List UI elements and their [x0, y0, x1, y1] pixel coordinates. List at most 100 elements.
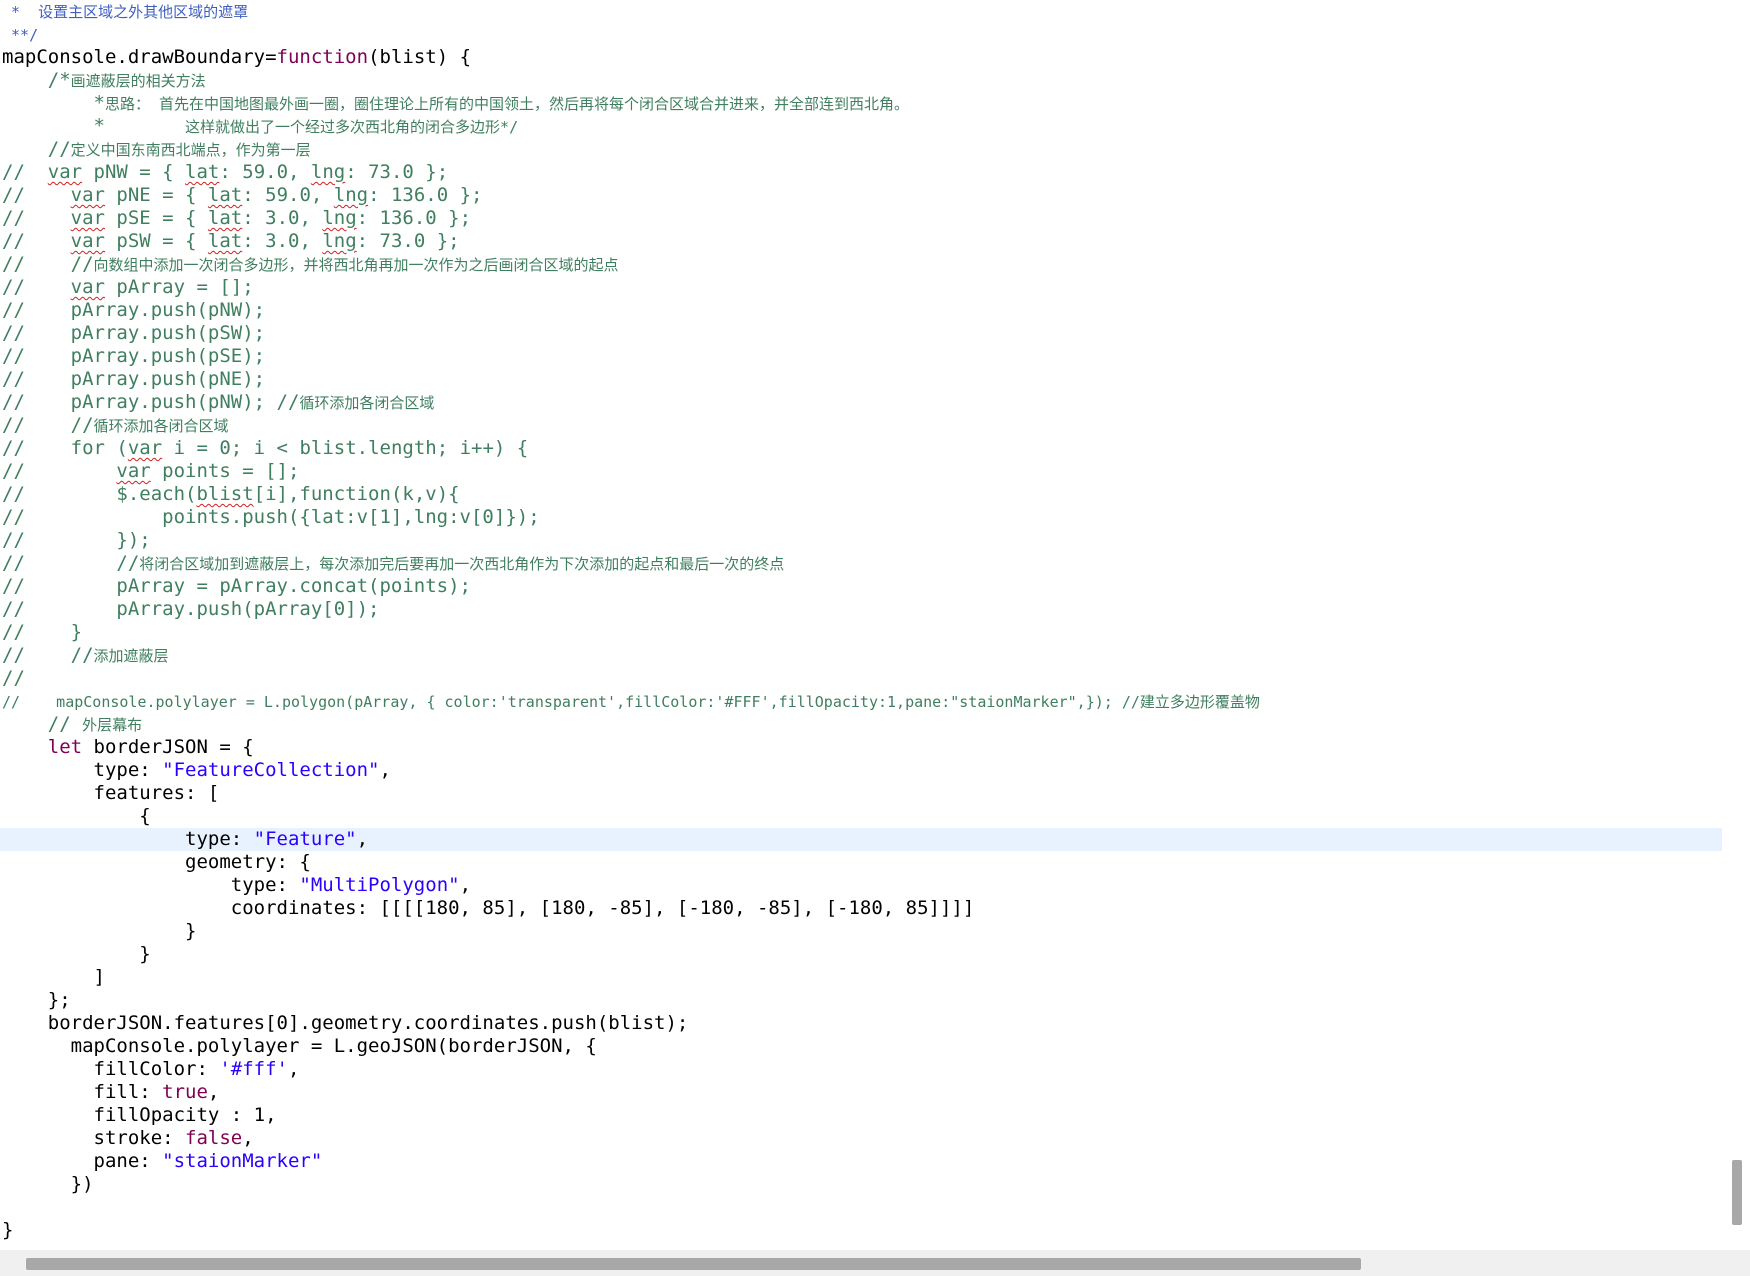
code-line[interactable]: { — [2, 805, 1260, 828]
code-token: , — [207, 1081, 220, 1103]
code-line[interactable]: // points.push({lat:v[1],lng:v[0]}); — [2, 506, 1260, 529]
code-token: : 73.0 }; — [345, 161, 449, 183]
code-line[interactable]: // }); — [2, 529, 1260, 552]
code-line[interactable]: // pArray.push(pArray[0]); — [2, 598, 1260, 621]
horizontal-scrollbar-thumb[interactable] — [26, 1258, 1361, 1270]
code-line[interactable]: // //循环添加各闭合区域 — [2, 414, 1260, 437]
code-line[interactable]: stroke: false, — [2, 1127, 1260, 1150]
code-token: : 136.0 }; — [368, 184, 483, 206]
code-editor[interactable]: * 设置主区域之外其他区域的遮罩 **/ mapConsole.drawBound… — [0, 0, 1724, 1250]
code-line[interactable]: }) — [2, 1173, 1260, 1196]
code-line[interactable]: * 设置主区域之外其他区域的遮罩 — [2, 0, 1260, 23]
code-token: } — [2, 920, 197, 942]
code-token: // // — [2, 414, 94, 436]
code-line[interactable]: // $.each(blist[i],function(k,v){ — [2, 483, 1260, 506]
code-line[interactable]: // pArray.push(pNW); //循环添加各闭合区域 — [2, 391, 1260, 414]
code-line[interactable]: // var pSW = { lat: 3.0, lng: 73.0 }; — [2, 230, 1260, 253]
code-lines[interactable]: * 设置主区域之外其他区域的遮罩 **/ mapConsole.drawBound… — [0, 0, 1722, 1242]
code-token: type: — [2, 828, 254, 850]
code-token: false — [185, 1127, 243, 1149]
code-line[interactable]: **/ — [2, 23, 1260, 46]
code-token: 外层幕布 — [82, 716, 143, 734]
code-token: // — [2, 138, 71, 160]
code-line[interactable] — [2, 1196, 1260, 1219]
code-token: 定义中国东南西北端点，作为第一层 — [70, 141, 311, 159]
code-line[interactable]: // var pArray = []; — [2, 276, 1260, 299]
code-token: // pArray.push(pNW); — [2, 299, 266, 321]
code-line[interactable]: // pArray.push(pSW); — [2, 322, 1260, 345]
code-line[interactable]: // — [2, 667, 1260, 690]
code-line[interactable]: mapConsole.drawBoundary=function(blist) … — [2, 46, 1260, 69]
code-line[interactable]: let borderJSON = { — [2, 736, 1260, 759]
code-line[interactable]: pane: "staionMarker" — [2, 1150, 1260, 1173]
code-token: // } — [2, 621, 83, 643]
code-token: lng — [333, 184, 369, 206]
code-token: // — [2, 460, 117, 482]
code-token: , — [242, 1127, 254, 1149]
code-line[interactable]: geometry: { — [2, 851, 1260, 874]
code-line[interactable]: // 外层幕布 — [2, 713, 1260, 736]
code-line[interactable]: // var pNE = { lat: 59.0, lng: 136.0 }; — [2, 184, 1260, 207]
code-token: var — [70, 276, 105, 298]
code-token: 添加遮蔽层 — [93, 647, 169, 665]
code-line[interactable]: // } — [2, 621, 1260, 644]
code-line[interactable]: // //向数组中添加一次闭合多边形，并将西北角再加一次作为之后画闭合区域的起点 — [2, 253, 1260, 276]
code-line[interactable]: // mapConsole.polylayer = L.polygon(pArr… — [2, 690, 1260, 713]
code-token: lng — [310, 161, 346, 183]
code-line[interactable]: fillOpacity : 1, — [2, 1104, 1260, 1127]
code-token: 将闭合区域加到遮蔽层上，每次添加完后要再加一次西北角作为下次添加的起点和最后一次… — [139, 555, 785, 573]
code-token: lng — [322, 207, 357, 229]
code-line[interactable]: borderJSON.features[0].geometry.coordina… — [2, 1012, 1260, 1035]
code-line[interactable]: } — [2, 1219, 1260, 1242]
code-token: : 136.0 }; — [356, 207, 472, 229]
code-token: fillOpacity : 1, — [2, 1104, 277, 1126]
code-line[interactable]: features: [ — [2, 782, 1260, 805]
code-token: "staionMarker" — [162, 1150, 323, 1172]
code-token: pArray = []; — [104, 276, 254, 298]
code-token: // — [2, 184, 71, 206]
code-token: // pArray.push(pNE); — [2, 368, 266, 390]
code-token: : 59.0, — [219, 161, 311, 183]
code-line-current[interactable]: type: "Feature", — [0, 828, 1722, 851]
code-line[interactable]: } — [2, 943, 1260, 966]
code-line[interactable]: type: "FeatureCollection", — [2, 759, 1260, 782]
code-token: var — [70, 207, 105, 229]
code-line[interactable]: /*画遮蔽层的相关方法 — [2, 69, 1260, 92]
code-token: (blist) { — [368, 46, 472, 68]
code-token: lng — [322, 230, 357, 252]
code-line[interactable]: // pArray.push(pNE); — [2, 368, 1260, 391]
horizontal-scrollbar[interactable] — [0, 1250, 1750, 1276]
code-token: 建立多边形覆盖物 — [1139, 693, 1260, 711]
code-line[interactable]: //定义中国东南西北端点，作为第一层 — [2, 138, 1260, 161]
code-line[interactable]: // var pSE = { lat: 3.0, lng: 136.0 }; — [2, 207, 1260, 230]
code-token: // — [2, 230, 71, 252]
code-token: // // — [2, 552, 140, 574]
code-line[interactable]: // var pNW = { lat: 59.0, lng: 73.0 }; — [2, 161, 1260, 184]
code-line[interactable]: ] — [2, 966, 1260, 989]
code-token: // points.push({lat:v[1],lng:v[0]}); — [2, 506, 540, 528]
code-line[interactable]: // pArray.push(pNW); — [2, 299, 1260, 322]
code-line[interactable]: // for (var i = 0; i < blist.length; i++… — [2, 437, 1260, 460]
code-line[interactable]: type: "MultiPolygon", — [2, 874, 1260, 897]
code-line[interactable]: }; — [2, 989, 1260, 1012]
code-token: pane: — [2, 1150, 163, 1172]
code-line[interactable]: // var points = []; — [2, 460, 1260, 483]
code-line[interactable]: // pArray.push(pSE); — [2, 345, 1260, 368]
code-line[interactable]: fillColor: '#fff', — [2, 1058, 1260, 1081]
code-token: { — [2, 805, 151, 827]
code-line[interactable]: // //添加遮蔽层 — [2, 644, 1260, 667]
code-line[interactable]: mapConsole.polylayer = L.geoJSON(borderJ… — [2, 1035, 1260, 1058]
code-token: // $.each( — [2, 483, 197, 505]
code-token: // // — [2, 253, 94, 275]
code-line[interactable]: } — [2, 920, 1260, 943]
code-line[interactable]: // pArray = pArray.concat(points); — [2, 575, 1260, 598]
vertical-scrollbar[interactable] — [1724, 0, 1750, 1250]
code-token: : 3.0, — [242, 207, 323, 229]
code-line[interactable]: * 这样就做出了一个经过多次西北角的闭合多边形*/ — [2, 115, 1260, 138]
code-line[interactable]: fill: true, — [2, 1081, 1260, 1104]
code-line[interactable]: *思路： 首先在中国地图最外画一圈，圈住理论上所有的中国领土，然后再将每个闭合区… — [2, 92, 1260, 115]
code-token: stroke: — [2, 1127, 186, 1149]
code-line[interactable]: // //将闭合区域加到遮蔽层上，每次添加完后要再加一次西北角作为下次添加的起点… — [2, 552, 1260, 575]
code-line[interactable]: coordinates: [[[[180, 85], [180, -85], [… — [2, 897, 1260, 920]
vertical-scrollbar-thumb[interactable] — [1732, 1160, 1742, 1225]
